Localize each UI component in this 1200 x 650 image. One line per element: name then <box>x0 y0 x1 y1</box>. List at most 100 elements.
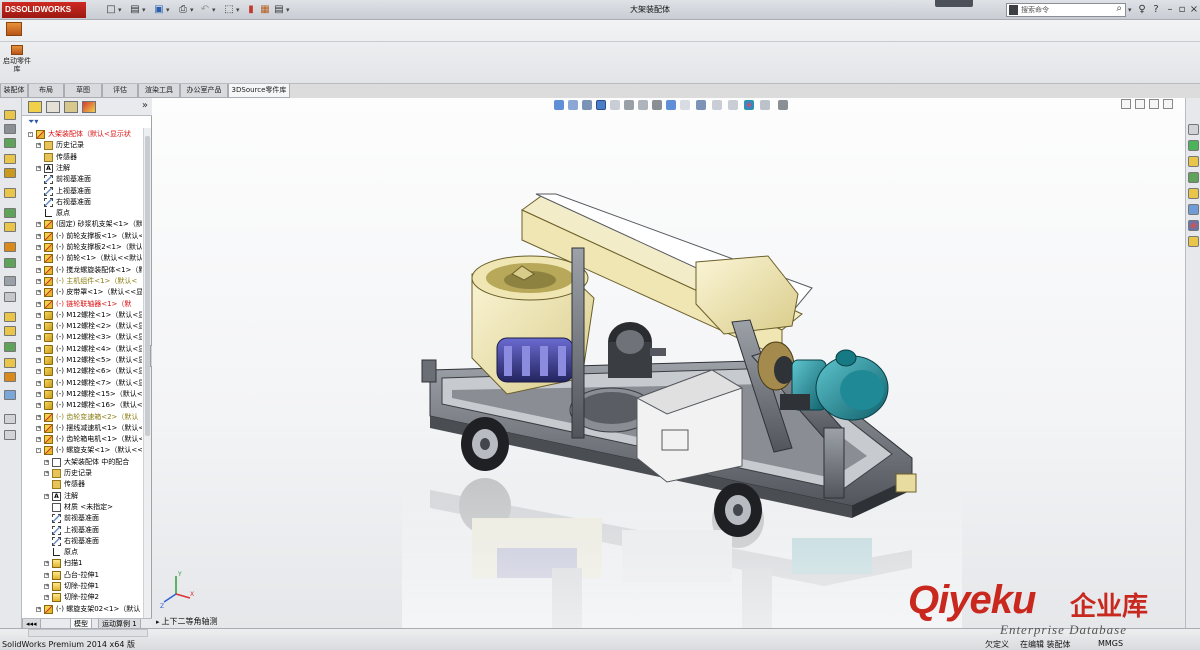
tree-row[interactable]: + (-) M12螺栓<2>（默认<显 <box>24 321 142 332</box>
expand-panel-chevron-icon[interactable]: » <box>142 100 148 111</box>
show-hidden-icon[interactable] <box>4 188 16 198</box>
help-question-icon[interactable]: ? <box>1150 3 1162 17</box>
display-manager-tab-icon[interactable] <box>82 101 96 113</box>
mate-icon[interactable] <box>4 124 16 134</box>
speedpak-icon[interactable] <box>4 390 16 400</box>
reference-geometry-icon[interactable] <box>4 222 16 232</box>
view-palette-icon[interactable] <box>1188 188 1199 199</box>
tree-row[interactable]: + (-) 搅龙螺旋装配体<1>（默 <box>24 265 142 276</box>
tree-row[interactable]: + (-) 前轮支撑板2<1>（默认 <box>24 242 142 253</box>
tab-evaluate[interactable]: 评估 <box>102 84 138 98</box>
tree-row[interactable]: + (-) M12螺栓<6>（默认<显 <box>24 366 142 377</box>
tree-row[interactable]: 上视基准面 <box>24 525 142 536</box>
save-icon[interactable]: ▣ <box>152 3 166 17</box>
expand-icon[interactable]: + <box>36 324 41 330</box>
expand-icon[interactable]: + <box>44 459 49 465</box>
expand-icon[interactable]: + <box>36 301 41 307</box>
expand-icon[interactable]: + <box>36 391 41 397</box>
tree-row[interactable]: + A 注解 <box>24 163 142 174</box>
expand-icon[interactable]: + <box>36 437 41 443</box>
clearance-verification-icon[interactable] <box>4 326 16 336</box>
file-explorer-icon[interactable] <box>1188 156 1199 167</box>
expand-icon[interactable]: + <box>36 165 41 171</box>
performance-widget[interactable] <box>935 0 973 7</box>
launch-part-library-button[interactable]: 启动零件库 <box>2 45 32 83</box>
assembly-model[interactable]: Y X Z <box>152 98 1185 628</box>
tree-row[interactable]: 右视基准面 <box>24 197 142 208</box>
expand-icon[interactable]: + <box>36 245 41 250</box>
expand-icon[interactable]: + <box>36 380 41 386</box>
tab-render-tools[interactable]: 渲染工具 <box>138 84 180 98</box>
tree-row[interactable]: + 切除-拉伸2 <box>24 592 142 603</box>
tree-row[interactable]: + 切除-拉伸1 <box>24 581 142 592</box>
tree-row[interactable]: + (-) 螺旋支架02<1>（默认 <box>24 604 142 615</box>
linear-pattern-icon[interactable] <box>4 138 16 148</box>
expand-icon[interactable]: + <box>36 425 41 431</box>
tree-row[interactable]: + 凸台-拉伸1 <box>24 570 142 581</box>
tree-row[interactable]: + 历史记录 <box>24 468 142 479</box>
tree-row[interactable]: + (-) M12螺栓<15>（默认< <box>24 389 142 400</box>
exploded-view-icon[interactable] <box>4 276 16 286</box>
search-dropdown-chevron-icon[interactable]: ▾ <box>1128 3 1134 17</box>
file-properties-icon[interactable]: ▦ <box>258 3 272 17</box>
expand-icon[interactable]: + <box>44 572 49 578</box>
tab-assembly[interactable]: 装配体 <box>0 84 28 98</box>
tab-3dsource-library[interactable]: 3DSource零件库 <box>228 84 290 98</box>
expand-icon[interactable]: + <box>36 414 41 420</box>
feature-manager-tab-icon[interactable] <box>28 101 42 113</box>
take-snapshot-icon[interactable] <box>4 414 16 424</box>
new-motion-study-icon[interactable] <box>4 242 16 252</box>
new-dropdown-chevron-icon[interactable]: ▾ <box>118 3 124 17</box>
tree-row[interactable]: 原点 <box>24 547 142 558</box>
horizontal-scrollbar[interactable] <box>28 629 148 637</box>
tree-row[interactable]: - (-) 螺旋支架<1>（默认<< <box>24 445 142 456</box>
forum-icon[interactable] <box>1188 236 1199 247</box>
open-dropdown-chevron-icon[interactable]: ▾ <box>142 3 148 17</box>
design-library-icon[interactable] <box>1188 140 1199 151</box>
tree-row[interactable]: + (-) 齿轮箱电机<1>（默认< <box>24 434 142 445</box>
expand-icon[interactable]: + <box>36 312 41 318</box>
expand-icon[interactable]: + <box>44 471 49 476</box>
select-arrow-icon[interactable]: ⬚ <box>222 3 236 17</box>
filter-icon[interactable]: ⏷▾ <box>28 117 38 127</box>
save-dropdown-chevron-icon[interactable]: ▾ <box>166 3 172 17</box>
large-assembly-mode-icon[interactable] <box>4 372 16 382</box>
restore-icon[interactable]: ▫ <box>1176 3 1188 17</box>
options-dropdown-chevron-icon[interactable]: ▾ <box>286 3 292 17</box>
tab-office-products[interactable]: 办公室产品 <box>180 84 228 98</box>
tree-row[interactable]: + (-) 链轮联轴器<1>（默 <box>24 299 142 310</box>
open-folder-icon[interactable]: ▤ <box>128 3 142 17</box>
tree-row[interactable]: + (-) M12螺栓<1>（默认<显 <box>24 310 142 321</box>
search-results-icon[interactable] <box>1188 172 1199 183</box>
print-icon[interactable]: ⎙ <box>176 3 190 17</box>
property-manager-tab-icon[interactable] <box>46 101 60 113</box>
tree-row[interactable]: 原点 <box>24 208 142 219</box>
instant3d-icon[interactable] <box>4 358 16 368</box>
expand-icon[interactable]: + <box>36 278 41 284</box>
expand-icon[interactable]: + <box>44 561 49 567</box>
expand-icon[interactable]: + <box>36 267 41 273</box>
tree-row[interactable]: + (-) 摆线减速机<1>（默认< <box>24 423 142 434</box>
expand-icon[interactable]: + <box>36 606 41 612</box>
tree-row[interactable]: + 历史记录 <box>24 140 142 151</box>
minimize-icon[interactable]: – <box>1164 3 1176 17</box>
rebuild-traffic-light-icon[interactable]: ▮ <box>244 3 258 17</box>
expand-icon[interactable]: + <box>36 335 41 341</box>
tree-row[interactable]: 右视基准面 <box>24 536 142 547</box>
toolbox-icon[interactable] <box>6 22 22 36</box>
new-document-icon[interactable]: □ <box>104 3 118 17</box>
move-component-icon[interactable] <box>4 168 16 178</box>
solidworks-logo[interactable]: DS SOLIDWORKS <box>2 2 86 18</box>
sketch-icon[interactable] <box>4 430 16 440</box>
assembly-features-icon[interactable] <box>4 208 16 218</box>
tree-row[interactable]: 上视基准面 <box>24 186 142 197</box>
tree-row[interactable]: + (-) M12螺栓<7>（默认<显 <box>24 378 142 389</box>
bill-of-materials-icon[interactable] <box>4 258 16 268</box>
expand-icon[interactable]: + <box>36 346 41 352</box>
tab-layout[interactable]: 布局 <box>28 84 64 98</box>
tree-row[interactable]: + (-) 皮带罩<1>（默认<<显 <box>24 287 142 298</box>
print-dropdown-chevron-icon[interactable]: ▾ <box>190 3 196 17</box>
smart-fasteners-icon[interactable] <box>4 154 16 164</box>
tree-row[interactable]: - 大架装配体（默认<显示状 <box>24 129 142 140</box>
tree-row[interactable]: + (-) M12螺栓<16>（默认< <box>24 400 142 411</box>
